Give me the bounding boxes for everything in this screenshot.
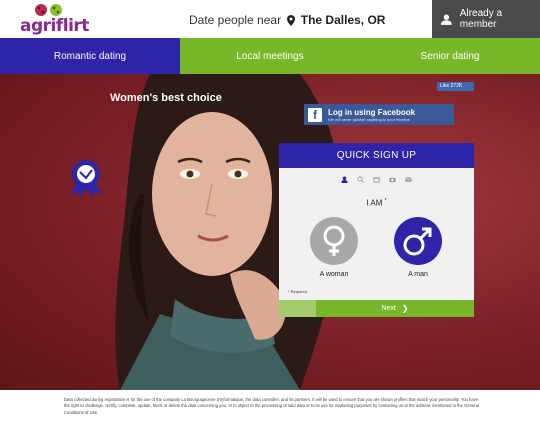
- quick-signup-panel: QUICK SIGN UP I AM * A woman A man * Req…: [279, 143, 474, 317]
- nav-romantic-dating[interactable]: Romantic dating: [0, 38, 180, 74]
- next-label: Next: [381, 305, 396, 312]
- next-row: Next ❯: [279, 300, 474, 317]
- near-prefix: Date people near: [189, 13, 282, 27]
- womens-best-choice-badge: Women's best choice: [110, 92, 222, 104]
- award-ribbon-icon: [70, 160, 102, 198]
- legal-notice: Data collected during registration is fo…: [64, 397, 479, 415]
- page: agriflirt Date people near The Dalles, O…: [0, 0, 540, 432]
- city-name[interactable]: The Dalles, OR: [301, 13, 386, 27]
- nav-local-meetings[interactable]: Local meetings: [180, 38, 360, 74]
- next-button[interactable]: Next ❯: [316, 300, 474, 317]
- already-member-button[interactable]: Already a member: [432, 0, 540, 38]
- header: agriflirt Date people near The Dalles, O…: [0, 0, 540, 38]
- facebook-logo-icon: f: [308, 107, 322, 122]
- female-symbol-icon: [323, 225, 345, 256]
- signup-steps: [279, 176, 474, 186]
- facebook-privacy-note: We will never publish anything to your t…: [328, 116, 410, 122]
- chevron-right-icon: ❯: [401, 304, 409, 313]
- gender-man-label: A man: [408, 271, 428, 278]
- location-line: Date people near The Dalles, OR: [189, 12, 385, 28]
- gender-option-woman[interactable]: A woman: [304, 217, 364, 278]
- nav-senior-dating[interactable]: Senior dating: [360, 38, 540, 74]
- required-note: * Required: [288, 289, 307, 294]
- step-search-icon: [357, 176, 364, 183]
- signup-title: QUICK SIGN UP: [279, 143, 474, 168]
- step-calendar-icon: [373, 177, 380, 183]
- ladybug-logo-icon: [35, 4, 62, 16]
- progress-segment: [279, 300, 316, 317]
- facebook-login-button[interactable]: f Log in using Facebook We will never pu…: [304, 104, 454, 125]
- gender-woman-circle: [310, 217, 358, 265]
- user-icon: [441, 14, 452, 25]
- step-profile-icon: [341, 176, 348, 183]
- gender-man-circle: [394, 217, 442, 265]
- gender-woman-label: A woman: [319, 271, 349, 278]
- location-pin-icon: [287, 15, 296, 26]
- required-asterisk: *: [384, 198, 387, 204]
- facebook-login-label: Log in using Facebook: [328, 107, 416, 117]
- logo[interactable]: agriflirt: [20, 3, 90, 37]
- already-member-label: Already a member: [459, 8, 503, 30]
- i-am-label: I AM: [366, 198, 383, 208]
- facebook-like-button[interactable]: Like 272K: [437, 82, 474, 91]
- gender-option-man[interactable]: A man: [388, 217, 448, 278]
- step-mail-icon: [405, 177, 412, 182]
- step-camera-icon: [389, 177, 396, 183]
- logo-text: agriflirt: [20, 16, 89, 36]
- male-symbol-icon: [403, 227, 432, 256]
- i-am-question: I AM *: [279, 198, 474, 208]
- main-nav: Romantic dating Local meetings Senior da…: [0, 38, 540, 74]
